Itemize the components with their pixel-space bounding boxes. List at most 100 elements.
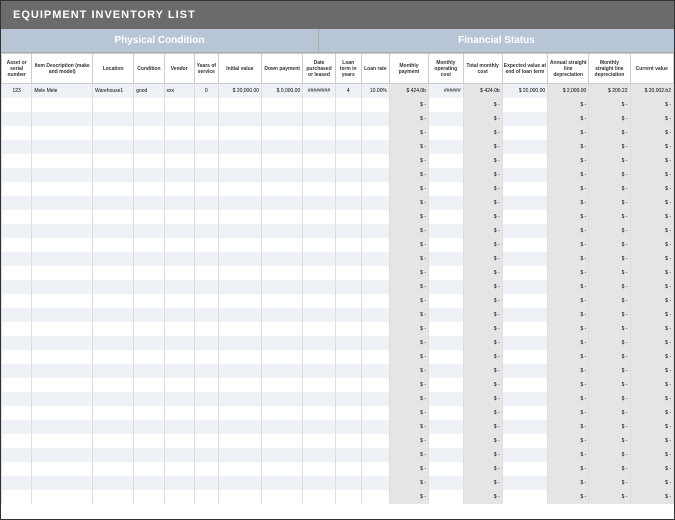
cell (194, 238, 218, 252)
cell (134, 98, 164, 112)
cell (361, 378, 389, 392)
cell (164, 476, 194, 490)
cell (2, 308, 32, 322)
cell: $ - (463, 196, 502, 210)
table-row: $ -$ -$ -$ -$ - (2, 476, 674, 490)
cell: 4 (335, 84, 361, 98)
cell (134, 406, 164, 420)
cell (335, 280, 361, 294)
table-row: $ -$ -$ -$ -$ - (2, 196, 674, 210)
cell: $ - (630, 420, 674, 434)
cell (218, 140, 261, 154)
cell: $ - (463, 266, 502, 280)
cell: $ - (630, 252, 674, 266)
cell (164, 294, 194, 308)
cell (164, 434, 194, 448)
cell (428, 196, 463, 210)
cell: ###### (428, 84, 463, 98)
cell (164, 490, 194, 504)
cell (303, 364, 336, 378)
cell (134, 294, 164, 308)
cell: $ - (548, 490, 589, 504)
cell (32, 280, 93, 294)
cell: $ - (389, 392, 428, 406)
cell (218, 322, 261, 336)
cell (428, 182, 463, 196)
cell (194, 378, 218, 392)
cell (93, 238, 134, 252)
cell: $ - (630, 98, 674, 112)
col-header: Loan rate (361, 54, 389, 84)
cell (218, 392, 261, 406)
cell: $ - (630, 350, 674, 364)
table-row: $ -$ -$ -$ -$ - (2, 112, 674, 126)
cell: $ - (389, 350, 428, 364)
cell (303, 112, 336, 126)
cell (335, 98, 361, 112)
cell (361, 308, 389, 322)
cell: $ - (389, 168, 428, 182)
cell (502, 154, 548, 168)
cell (502, 196, 548, 210)
cell (164, 196, 194, 210)
cell: $ - (589, 336, 630, 350)
cell (32, 350, 93, 364)
col-header: Down payment (262, 54, 303, 84)
cell: $ 2,000.00 (548, 84, 589, 98)
cell (134, 280, 164, 294)
cell: $ - (463, 476, 502, 490)
cell (428, 406, 463, 420)
cell (32, 378, 93, 392)
cell (361, 238, 389, 252)
cell: $ - (548, 252, 589, 266)
cell (2, 210, 32, 224)
cell (502, 210, 548, 224)
cell: 0 (194, 84, 218, 98)
table-row: $ -$ -$ -$ -$ - (2, 266, 674, 280)
cell: $ - (548, 140, 589, 154)
cell (502, 126, 548, 140)
cell (303, 98, 336, 112)
cell (134, 182, 164, 196)
page-title: EQUIPMENT INVENTORY LIST (1, 1, 674, 29)
cell (2, 266, 32, 280)
cell: $ - (548, 182, 589, 196)
cell (164, 308, 194, 322)
col-header: Monthly straight line depreciation (589, 54, 630, 84)
cell (93, 280, 134, 294)
cell: $ - (548, 308, 589, 322)
cell (32, 322, 93, 336)
cell (93, 266, 134, 280)
cell: $ - (589, 364, 630, 378)
cell: $ - (463, 322, 502, 336)
table-row: $ -$ -$ -$ -$ - (2, 224, 674, 238)
col-header: Asset or serial number (2, 54, 32, 84)
cell (134, 490, 164, 504)
cell: $ - (589, 182, 630, 196)
cell (303, 280, 336, 294)
cell: good (134, 84, 164, 98)
cell (335, 406, 361, 420)
cell: $ - (589, 140, 630, 154)
cell: $ - (389, 420, 428, 434)
cell: $ - (589, 308, 630, 322)
cell (134, 448, 164, 462)
cell: xxx (164, 84, 194, 98)
cell (2, 168, 32, 182)
table-row: $ -$ -$ -$ -$ - (2, 462, 674, 476)
cell: $ - (463, 420, 502, 434)
cell: $ - (630, 210, 674, 224)
cell (32, 126, 93, 140)
cell: $ 424.0b (463, 84, 502, 98)
cell: $ - (548, 280, 589, 294)
cell: $ - (548, 448, 589, 462)
cell: $ - (463, 224, 502, 238)
cell (134, 154, 164, 168)
cell (361, 336, 389, 350)
cell (32, 224, 93, 238)
cell (194, 252, 218, 266)
cell (134, 350, 164, 364)
cell: $ - (389, 238, 428, 252)
cell (194, 448, 218, 462)
cell (194, 322, 218, 336)
